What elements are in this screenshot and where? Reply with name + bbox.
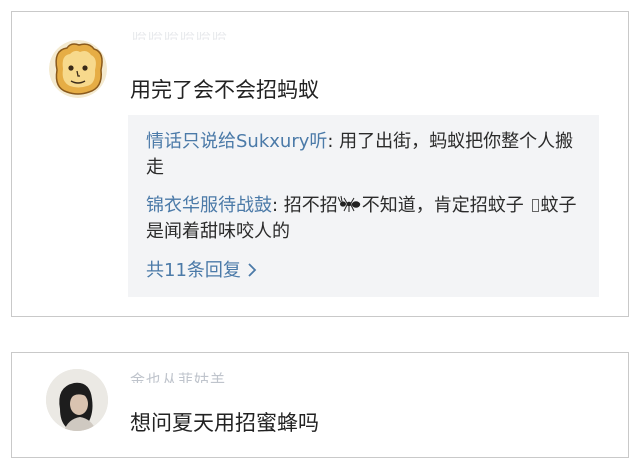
comment-text: 想问夏天用招蜜蜂吗 — [130, 411, 319, 435]
username[interactable]: 哈哈哈哈哈哈 — [132, 32, 312, 40]
reply-item: 锦衣华服待战鼓: 招不招 不知道，肯定招蚊子 蚊子是闻着甜味咬人的 — [146, 193, 586, 245]
reply-text: : 招不招 — [272, 195, 338, 216]
reply-text: 不知道，肯定招蚊子 — [361, 195, 530, 216]
comment-text: 用完了会不会招蚂蚁 — [130, 78, 319, 102]
girl-portrait-avatar-icon — [46, 369, 108, 431]
username[interactable]: 金也从菲姑羊 — [130, 369, 290, 383]
comment-card: 哈哈哈哈哈哈 用完了会不会招蚂蚁 情话只说给Sukxury听: 用了出街，蚂蚁把… — [11, 11, 629, 317]
reply-username[interactable]: 锦衣华服待战鼓 — [146, 195, 272, 216]
reply-username[interactable]: 情话只说给Sukxury听 — [146, 131, 327, 152]
ant-icon — [337, 195, 362, 213]
more-replies-link[interactable]: 共11条回复 — [146, 256, 257, 282]
bread-face-avatar-icon — [49, 40, 107, 98]
chevron-right-icon — [247, 261, 257, 277]
more-replies-label: 共11条回复 — [146, 260, 241, 281]
comment-card: 金也从菲姑羊 想问夏天用招蜜蜂吗 — [11, 352, 629, 458]
reply-box: 情话只说给Sukxury听: 用了出街，蚂蚁把你整个人搬走 锦衣华服待战鼓: 招… — [128, 115, 599, 297]
reply-item: 情话只说给Sukxury听: 用了出街，蚂蚁把你整个人搬走 — [146, 129, 586, 181]
avatar[interactable] — [49, 40, 107, 98]
avatar[interactable] — [46, 369, 108, 431]
missing-glyph-icon — [531, 199, 539, 212]
